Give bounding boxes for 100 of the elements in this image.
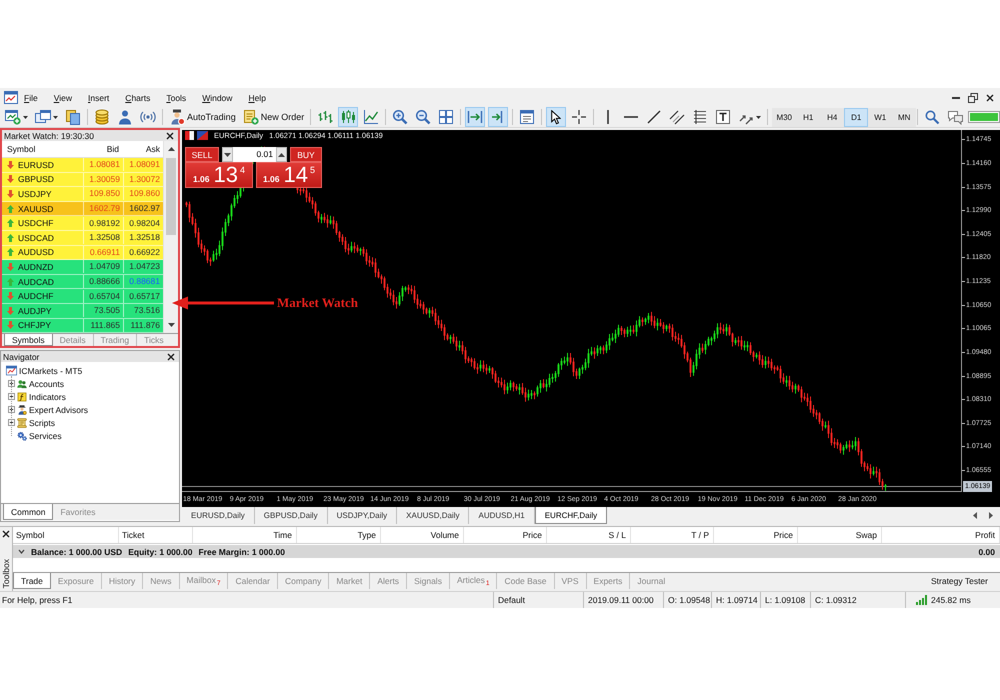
column-header[interactable]: Price <box>714 527 798 543</box>
quote-row[interactable]: CHFJPY 111.865 111.876 <box>2 318 163 334</box>
scrollbar[interactable] <box>163 141 178 333</box>
timeframe-button[interactable]: H1 <box>796 108 820 126</box>
column-header[interactable]: Type <box>297 527 381 543</box>
split-square-icon[interactable] <box>185 131 194 140</box>
tree-item[interactable]: Services <box>29 430 62 440</box>
column-header[interactable]: T / P <box>631 527 714 543</box>
zoom-in-icon <box>392 109 408 125</box>
diagonal-line-icon <box>647 110 662 124</box>
open-price: O: 1.09548 <box>668 595 710 605</box>
chart-tab[interactable]: XAUUSD,Daily <box>397 507 470 524</box>
formula-icon <box>17 392 27 402</box>
timeframe-button[interactable]: MN <box>892 108 916 126</box>
windows-icon <box>35 109 51 125</box>
bid-cell: 1.32508 <box>83 231 123 244</box>
tree-item[interactable]: ICMarkets - MT5 <box>19 366 82 376</box>
quote-row[interactable]: AUDCHF 0.65704 0.65717 <box>2 289 163 304</box>
quote-row[interactable]: AUDNZD 1.04709 1.04723 <box>2 260 163 275</box>
caret-left-icon[interactable] <box>973 512 977 519</box>
documents-button[interactable] <box>63 107 83 127</box>
chart-tab[interactable]: USDJPY,Daily <box>328 507 398 524</box>
column-header[interactable]: Swap <box>798 527 882 543</box>
symbol-cell: AUDUSD <box>18 247 54 258</box>
timeframe-button[interactable]: D1 <box>844 108 868 126</box>
timeframe-button[interactable]: M30 <box>772 108 796 126</box>
chart-tab[interactable]: EURUSD,Daily <box>182 507 255 524</box>
expand-icon[interactable] <box>8 393 15 400</box>
menu-item[interactable]: Window <box>194 92 240 102</box>
increase-button[interactable] <box>276 147 287 162</box>
quote-row[interactable]: USDCHF 0.98192 0.98204 <box>2 216 163 231</box>
column-header[interactable]: Symbol <box>13 527 119 543</box>
chart-area[interactable] <box>182 130 1000 507</box>
strategy-tester-tab[interactable]: Strategy Tester <box>924 573 1000 589</box>
timeframe-button[interactable]: H4 <box>820 108 844 126</box>
close-icon[interactable] <box>2 530 10 538</box>
candlestick-button[interactable] <box>338 107 358 127</box>
autotrading-button[interactable]: AutoTrading <box>167 107 238 127</box>
quote-row[interactable]: AUDJPY 73.505 73.516 <box>2 304 163 319</box>
tree-item[interactable]: Accounts <box>29 378 64 388</box>
close-icon[interactable] <box>166 132 174 140</box>
menu-item[interactable]: Tools <box>158 92 194 102</box>
new-order-button[interactable]: New Order <box>240 107 306 127</box>
quote-row[interactable]: XAUUSD 1602.79 1602.97 <box>2 202 163 216</box>
toolbox-tab[interactable]: Articles$_{1}$ <box>448 573 496 589</box>
menu-item[interactable]: File <box>16 92 46 102</box>
quote-row[interactable]: GBPUSD 1.30059 1.30072 <box>2 172 163 188</box>
panel-tab[interactable]: Symbols <box>4 334 53 346</box>
column-header[interactable]: Profit <box>882 527 1000 543</box>
symbol-cell: EURUSD <box>18 160 54 170</box>
panel-tab[interactable]: Common <box>3 504 54 520</box>
quote-row[interactable]: USDJPY 109.850 109.860 <box>2 187 163 202</box>
restore-icon[interactable] <box>968 92 978 102</box>
caret-down-icon[interactable] <box>168 323 174 327</box>
expand-icon[interactable] <box>8 380 15 387</box>
close-icon[interactable] <box>167 352 175 360</box>
close-icon[interactable] <box>986 94 994 102</box>
app-icon <box>4 91 18 104</box>
column-header[interactable]: Bid <box>83 144 123 154</box>
menu-item[interactable]: Insert <box>80 92 118 102</box>
expand-icon[interactable] <box>8 419 15 426</box>
gears-icon <box>17 430 27 440</box>
menu-item[interactable]: Charts <box>117 92 158 102</box>
quote-row[interactable]: USDCAD 1.32508 1.32518 <box>2 230 163 246</box>
sell-button[interactable]: SELL <box>185 147 219 162</box>
chart-tab[interactable]: EURCHF,Daily <box>534 507 608 524</box>
timeframe-button[interactable]: W1 <box>868 108 892 126</box>
column-header[interactable]: Ask <box>123 144 163 154</box>
auto-scroll-button[interactable] <box>465 107 486 127</box>
bid-cell: 0.66911 <box>83 246 123 259</box>
column-header[interactable]: Price <box>464 527 547 543</box>
chart-tab[interactable]: GBPUSD,Daily <box>254 507 328 524</box>
expand-icon[interactable] <box>8 406 15 413</box>
quote-row[interactable]: AUDCAD 0.88666 0.88681 <box>2 274 163 290</box>
quote-row[interactable]: EURUSD 1.08081 1.08091 <box>2 158 163 173</box>
tree-item[interactable]: Scripts <box>29 418 55 428</box>
decrease-button[interactable] <box>222 147 233 162</box>
buy-button[interactable]: BUY <box>290 147 322 162</box>
toolbox-tab[interactable]: Trade <box>13 573 51 589</box>
cursor-button[interactable] <box>546 107 566 127</box>
menu-item[interactable]: View <box>46 92 80 102</box>
column-header[interactable]: Volume <box>381 527 464 543</box>
summary-text: Free Margin: 1 000.00 <box>198 546 285 556</box>
menu-item[interactable]: Help <box>240 92 274 102</box>
unread-count: 1 <box>486 580 490 588</box>
new-chart-button[interactable] <box>3 107 30 127</box>
toolbox-tab[interactable]: Mailbox$_{7}$ <box>178 573 228 589</box>
chevron-down-icon[interactable] <box>18 549 25 554</box>
column-header[interactable]: Symbol <box>2 144 83 154</box>
column-header[interactable]: Ticket <box>119 527 193 543</box>
column-header[interactable]: S / L <box>547 527 631 543</box>
tree-item[interactable]: Expert Advisors <box>29 404 88 414</box>
scrollbar-thumb[interactable] <box>166 158 176 235</box>
caret-up-icon[interactable] <box>168 147 174 151</box>
column-header[interactable]: Time <box>193 527 297 543</box>
caret-right-icon[interactable] <box>989 512 993 519</box>
chart-shift-button[interactable] <box>488 107 508 127</box>
tree-item[interactable]: Indicators <box>29 392 66 402</box>
quote-row[interactable]: AUDUSD 0.66911 0.66922 <box>2 246 163 260</box>
minimize-icon[interactable] <box>952 96 960 98</box>
